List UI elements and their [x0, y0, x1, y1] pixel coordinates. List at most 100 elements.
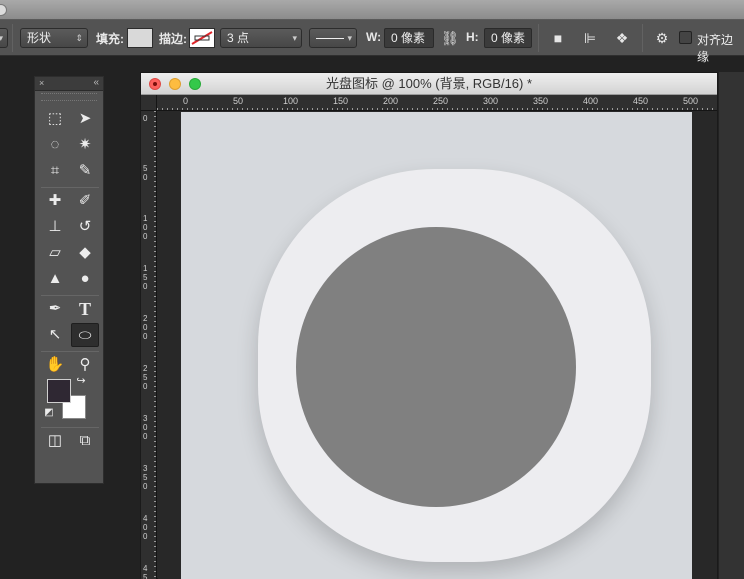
ellipse-tool-icon[interactable]: ⬭	[71, 323, 99, 347]
vertical-scroll-area[interactable]	[719, 72, 744, 579]
ruler-label: 0	[143, 382, 148, 391]
height-label: H:	[466, 30, 479, 44]
tool-preset-picker[interactable]: ▾	[0, 28, 8, 48]
link-icon[interactable]: ⛓	[440, 28, 460, 48]
ruler-label: 3	[143, 414, 148, 423]
stroke-type-select[interactable]: ▾	[309, 28, 357, 48]
close-window-button[interactable]	[149, 78, 161, 90]
tool-separator	[41, 187, 99, 188]
stroke-width-value: 3 点	[227, 31, 250, 45]
ruler-label: 5	[143, 573, 148, 579]
history-brush-icon[interactable]: ↺	[71, 215, 99, 239]
ruler-label: 1	[143, 214, 148, 223]
canvas[interactable]	[181, 112, 692, 579]
ruler-label: 0	[143, 282, 148, 291]
ruler-label: 400	[583, 96, 598, 106]
document-window: 光盘图标 @ 100% (背景, RGB/16) * 0 50 100 150 200 2…	[140, 72, 718, 579]
blur-tool-icon[interactable]: ▲	[41, 267, 69, 291]
ruler-label: 0	[143, 532, 148, 541]
path-arrangement-icon[interactable]: ❖	[612, 28, 632, 48]
updown-icon: ⇕	[75, 33, 83, 43]
pen-tool-icon[interactable]: ✒	[41, 297, 69, 321]
fill-swatch[interactable]	[127, 28, 153, 48]
ruler-label: 1	[143, 264, 148, 273]
ruler-label: 0	[143, 114, 148, 123]
hand-tool-icon[interactable]: ✋	[41, 353, 69, 377]
ruler-label: 0	[143, 432, 148, 441]
ruler-label: 0	[143, 423, 148, 432]
width-input[interactable]: 0 像素	[384, 28, 434, 48]
app-top-strip	[0, 0, 744, 20]
align-edges-label: 对齐边缘	[697, 33, 734, 64]
align-edges-checkbox[interactable]	[679, 31, 692, 44]
tool-separator	[41, 351, 99, 352]
ruler-label: 150	[333, 96, 348, 106]
path-operations-icon[interactable]: ■	[548, 28, 568, 48]
eraser-tool-icon[interactable]: ▱	[41, 241, 69, 265]
ruler-label: 0	[143, 482, 148, 491]
ruler-label: 250	[433, 96, 448, 106]
ruler-label: 100	[283, 96, 298, 106]
ruler-label: 0	[143, 523, 148, 532]
canvas-area[interactable]	[158, 112, 717, 579]
collapse-icon[interactable]: «	[93, 77, 99, 88]
path-alignment-icon[interactable]: ⊫	[580, 28, 600, 48]
ruler-label: 50	[233, 96, 243, 106]
zoom-window-button[interactable]	[189, 78, 201, 90]
clone-stamp-icon[interactable]: ⊥	[41, 215, 69, 239]
ruler-label: 5	[143, 273, 148, 282]
gear-icon[interactable]: ⚙	[652, 28, 672, 48]
separator	[12, 24, 13, 52]
disc-circle-shape[interactable]	[296, 227, 576, 507]
shape-mode-value: 形状	[27, 31, 52, 45]
height-input[interactable]: 0 像素	[484, 28, 532, 48]
ruler-label: 5	[143, 373, 148, 382]
screen-mode-icon[interactable]: ⧉	[71, 429, 99, 453]
crop-tool-icon[interactable]: ⌗	[41, 159, 69, 183]
move-tool-icon[interactable]: ➤	[71, 107, 99, 131]
horizontal-ruler[interactable]: 0 50 100 150 200 250 300 350 400 450 500	[157, 95, 717, 111]
shape-mode-select[interactable]: 形状 ⇕	[20, 28, 88, 48]
type-tool-icon[interactable]: T	[71, 297, 99, 321]
window-button[interactable]	[0, 4, 7, 16]
separator	[538, 24, 539, 52]
ruler-label: 0	[143, 173, 148, 182]
marquee-tool-icon[interactable]: ⬚	[41, 107, 69, 131]
close-icon[interactable]: ×	[39, 78, 44, 88]
stroke-width-select[interactable]: 3 点 ▾	[220, 28, 302, 48]
default-colors-icon[interactable]: ◩	[41, 405, 57, 421]
paint-bucket-icon[interactable]: ◆	[71, 241, 99, 265]
ruler-label: 500	[683, 96, 698, 106]
brush-tool-icon[interactable]: ✐	[71, 189, 99, 213]
minimize-window-button[interactable]	[169, 78, 181, 90]
lasso-tool-icon[interactable]: ◌	[41, 133, 69, 157]
no-stroke-icon	[191, 31, 213, 45]
vertical-ruler[interactable]: 05010015020025030035040045	[141, 111, 157, 579]
path-selection-icon[interactable]: ↖	[41, 323, 69, 347]
dodge-tool-icon[interactable]: ●	[71, 267, 99, 291]
panel-grip[interactable]	[41, 93, 97, 101]
ruler-label: 300	[483, 96, 498, 106]
swap-colors-icon[interactable]: ↪	[73, 373, 89, 389]
document-title-bar[interactable]: 光盘图标 @ 100% (背景, RGB/16) *	[141, 73, 717, 95]
ruler-label: 5	[143, 473, 148, 482]
healing-brush-icon[interactable]: ✚	[41, 189, 69, 213]
magic-wand-icon[interactable]: ✷	[71, 133, 99, 157]
quick-mask-icon[interactable]: ◫	[41, 429, 69, 453]
vertical-ruler-ticks: 05010015020025030035040045	[143, 111, 156, 579]
ruler-label: 0	[143, 223, 148, 232]
stroke-label: 描边:	[159, 32, 187, 46]
ruler-label: 350	[533, 96, 548, 106]
ruler-label: 0	[143, 232, 148, 241]
ruler-origin[interactable]	[141, 95, 157, 111]
tools-panel-header[interactable]: × «	[35, 77, 103, 91]
line-style-icon	[316, 38, 344, 40]
width-label: W:	[366, 30, 382, 44]
eyedropper-icon[interactable]: ✎	[71, 159, 99, 183]
horizontal-ruler-ticks: 0 50 100 150 200 250 300 350 400 450 500	[157, 96, 713, 110]
stroke-swatch[interactable]	[189, 28, 215, 48]
ruler-label: 0	[143, 332, 148, 341]
ruler-label: 5	[143, 164, 148, 173]
ruler-label: 3	[143, 464, 148, 473]
foreground-color-swatch[interactable]	[47, 379, 71, 403]
